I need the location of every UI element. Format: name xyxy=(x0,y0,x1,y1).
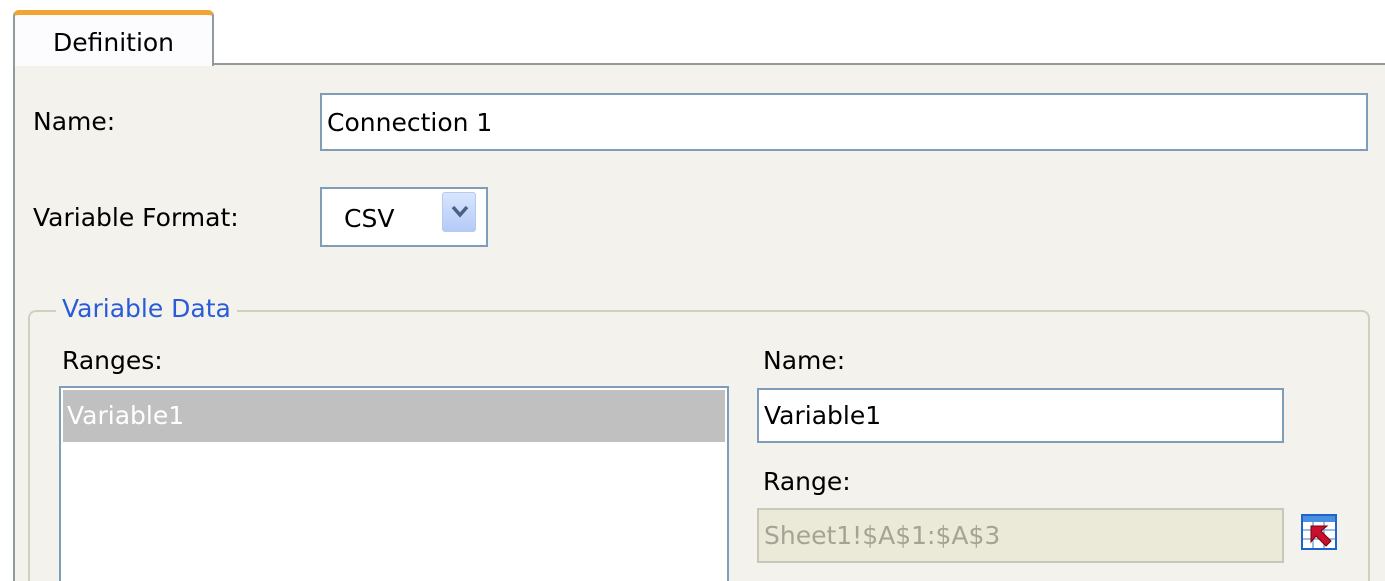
range-label: Range: xyxy=(763,467,851,496)
tab-definition[interactable]: Definition xyxy=(13,10,214,66)
variable-format-value: CSV xyxy=(344,204,395,233)
list-item[interactable]: Variable1 xyxy=(63,390,725,442)
variable-format-label: Variable Format: xyxy=(33,203,239,232)
connection-dialog: Definition Name: Connection 1 Variable F… xyxy=(0,0,1385,581)
variable-name-label: Name: xyxy=(763,346,846,375)
variable-name-input[interactable]: Variable1 xyxy=(757,388,1284,443)
variable-format-select[interactable]: CSV xyxy=(320,187,488,247)
connection-name-input[interactable]: Connection 1 xyxy=(320,93,1368,151)
variable-data-title: Variable Data xyxy=(56,294,237,323)
ranges-label: Ranges: xyxy=(62,346,163,375)
range-input: Sheet1!$A$1:$A$3 xyxy=(757,508,1284,563)
connection-name-label: Name: xyxy=(33,107,116,136)
chevron-down-icon[interactable] xyxy=(442,192,476,232)
tab-definition-label: Definition xyxy=(52,28,175,57)
ranges-list[interactable]: Variable1 xyxy=(59,386,729,581)
range-picker-icon[interactable] xyxy=(1299,512,1339,552)
